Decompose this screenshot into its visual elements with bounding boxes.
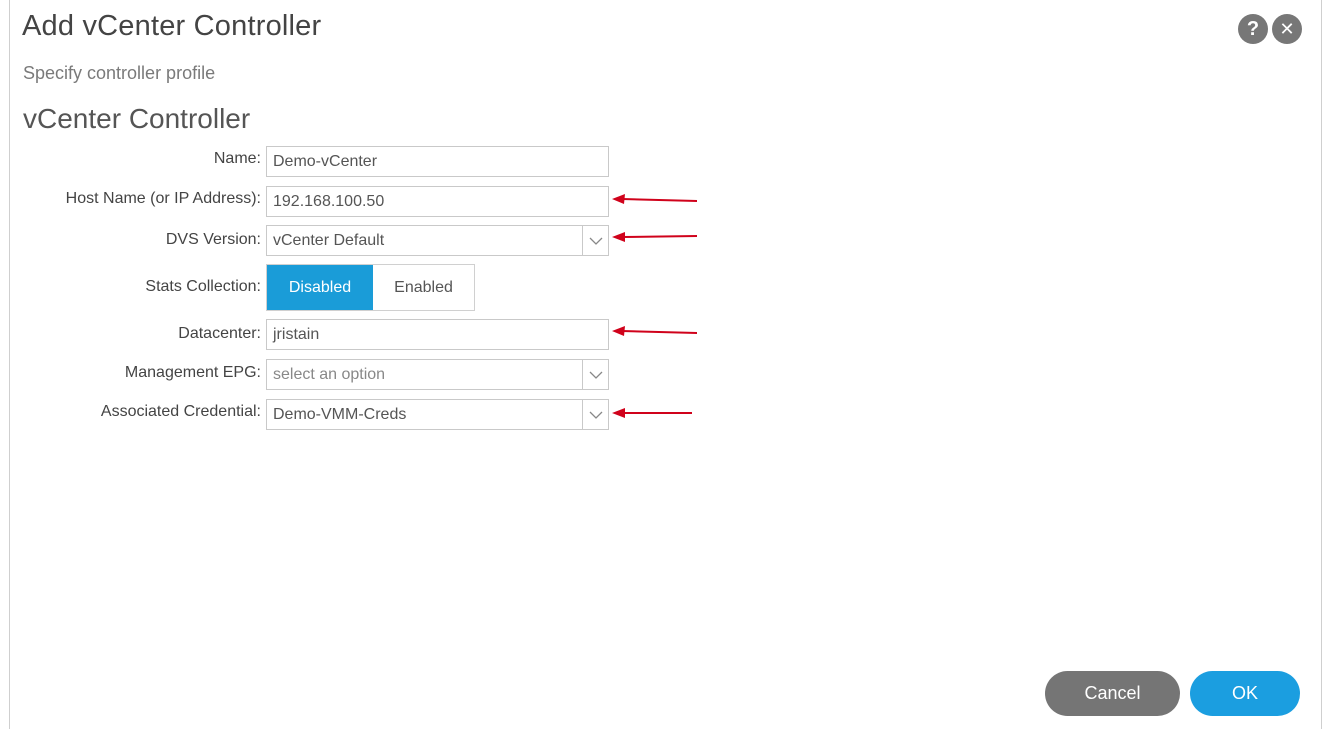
chevron-down-icon[interactable] [582,400,608,429]
associated-credential-label: Associated Credential: [100,403,261,420]
dialog-subtitle: Specify controller profile [23,63,216,83]
annotation-arrow-icon [612,232,698,242]
annotation-arrow-icon [612,194,698,204]
management-epg-label: Management EPG: [124,364,261,381]
datacenter-label: Datacenter: [178,325,261,342]
dvs-version-value: vCenter Default [273,232,385,249]
datacenter-field[interactable]: jristain [266,319,609,350]
help-icon[interactable]: ? [1238,14,1268,44]
header-icons: ? ✕ [1238,14,1302,44]
host-name-label: Host Name (or IP Address): [65,190,261,207]
name-label: Name: [213,150,261,167]
chevron-down-icon[interactable] [582,226,608,255]
dialog-title: Add vCenter Controller [22,10,322,42]
ok-button[interactable]: OK [1190,671,1300,716]
management-epg-select[interactable]: select an option [266,359,609,390]
close-icon[interactable]: ✕ [1272,14,1302,44]
stats-collection-toggle[interactable]: Disabled Enabled [266,264,475,311]
stats-option-disabled[interactable]: Disabled [267,265,373,310]
associated-credential-value: Demo-VMM-Creds [273,406,407,423]
host-name-field[interactable]: 192.168.100.50 [266,186,609,217]
cancel-button[interactable]: Cancel [1045,671,1180,716]
annotation-arrow-icon [612,326,698,336]
chevron-down-icon[interactable] [582,360,608,389]
stats-option-enabled[interactable]: Enabled [373,265,474,310]
annotation-arrow-icon [612,408,692,418]
section-title: vCenter Controller [23,103,251,134]
management-epg-placeholder: select an option [273,366,386,383]
dvs-version-select[interactable]: vCenter Default [266,225,609,256]
associated-credential-select[interactable]: Demo-VMM-Creds [266,399,609,430]
name-field[interactable]: Demo-vCenter [266,146,609,177]
stats-collection-label: Stats Collection: [145,278,261,295]
dvs-version-label: DVS Version: [165,231,261,248]
